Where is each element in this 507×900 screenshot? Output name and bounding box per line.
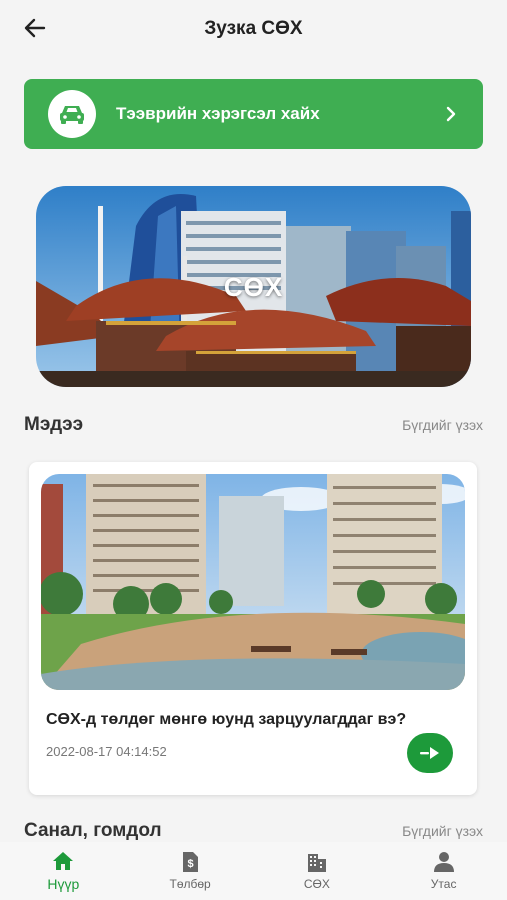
- svg-text:$: $: [188, 858, 194, 870]
- building-icon: [307, 854, 326, 872]
- news-item-date: 2022-08-17 04:14:52: [46, 744, 167, 759]
- vehicle-search-button[interactable]: Тээврийн хэрэгсэл хайх: [24, 79, 483, 149]
- nav-label-payment: Төлбөр: [169, 877, 211, 891]
- page-title: Зузка СӨХ: [204, 18, 303, 39]
- car-icon: [60, 106, 84, 124]
- nav-item-payment[interactable]: $ Төлбөр: [127, 842, 254, 900]
- feedback-section-header: Санал, гомдол Бүгдийг үзэх: [24, 820, 483, 842]
- bill-icon: $: [183, 852, 199, 872]
- feedback-section-title: Санал, гомдол: [24, 820, 162, 841]
- nav-label-soh: СӨХ: [303, 877, 330, 891]
- back-arrow-icon[interactable]: [22, 15, 48, 41]
- home-icon: [53, 852, 74, 870]
- nav-item-soh[interactable]: СӨХ: [254, 842, 381, 900]
- nav-item-home[interactable]: Нүүр: [0, 842, 127, 900]
- news-section-title: Мэдээ: [24, 414, 84, 435]
- nav-label-home: Нүүр: [47, 876, 80, 892]
- news-see-all-link[interactable]: Бүгдийг үзэх: [402, 417, 483, 433]
- news-card[interactable]: СӨХ-д төлдөг мөнгө юунд зарцуулагддаг вэ…: [29, 462, 477, 795]
- hero-overlay-text: СӨХ: [223, 272, 284, 302]
- chevron-right-icon: [446, 106, 456, 122]
- nav-item-phone[interactable]: Утас: [380, 842, 507, 900]
- car-icon-badge: [48, 90, 96, 138]
- vehicle-search-label: Тээврийн хэрэгсэл хайх: [116, 104, 320, 123]
- arrow-right-icon: [420, 747, 439, 759]
- bottom-navigation: Нүүр $ Төлбөр СӨХ Утас: [0, 842, 507, 900]
- hero-banner[interactable]: СӨХ: [36, 186, 471, 387]
- news-residential-image: [41, 474, 465, 690]
- news-open-button[interactable]: [407, 733, 453, 773]
- nav-label-phone: Утас: [430, 877, 457, 891]
- feedback-see-all-link[interactable]: Бүгдийг үзэх: [402, 823, 483, 839]
- app-header: Зузка СӨХ: [0, 0, 507, 58]
- news-image: [41, 474, 465, 690]
- person-icon: [433, 852, 454, 872]
- news-section-header: Мэдээ Бүгдийг үзэх: [24, 414, 483, 436]
- news-item-title: СӨХ-д төлдөг мөнгө юунд зарцуулагддаг вэ…: [46, 711, 407, 728]
